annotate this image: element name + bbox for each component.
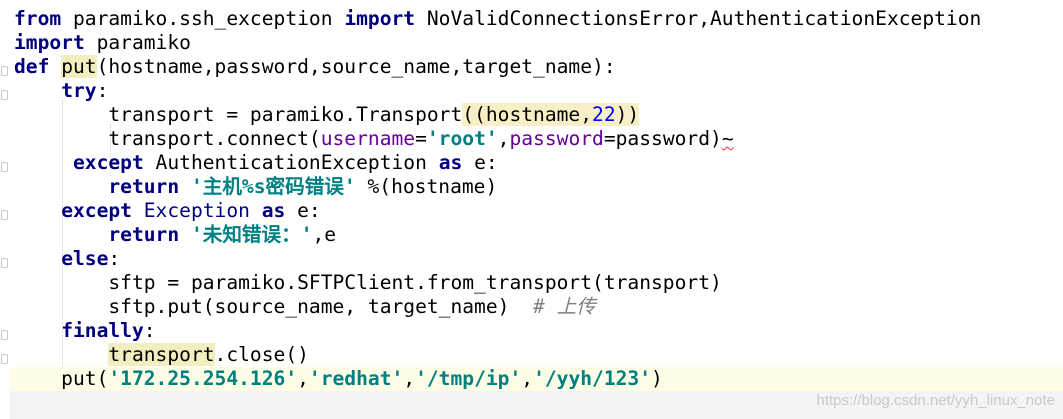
code-token: put [61, 55, 97, 78]
code-line[interactable]: from paramiko.ssh_exception import NoVal… [14, 7, 981, 31]
editor-gutter [0, 0, 10, 419]
code-token: as [261, 199, 286, 222]
code-token: 'root' [426, 127, 498, 150]
code-line[interactable]: import paramiko [14, 31, 981, 55]
code-token: 'redhat' [308, 367, 404, 390]
code-token: password [509, 127, 604, 150]
code-token: e: [285, 199, 321, 222]
code-token: else [61, 247, 109, 270]
code-token: ) [651, 367, 663, 390]
code-token: '主机%s密码错误' [190, 175, 356, 198]
code-token: , [403, 367, 416, 390]
code-token: =password) [603, 127, 722, 150]
code-token: , [297, 367, 309, 390]
code-token: paramiko.ssh_exception [61, 7, 345, 30]
code-token: import [14, 31, 85, 54]
code-token: '172.25.254.126' [108, 367, 298, 390]
code-token: = [415, 127, 427, 150]
code-token: '未知错误：' [190, 223, 313, 246]
code-token: paramiko [84, 31, 191, 54]
fold-marker-icon[interactable] [1, 66, 8, 76]
code-token: e: [462, 151, 498, 174]
code-token: : [143, 319, 156, 342]
watermark-text: https://blog.csdn.net/yyh_linux_note [816, 392, 1056, 409]
code-token: , [497, 127, 510, 150]
code-token: , [521, 367, 534, 390]
fold-marker-icon[interactable] [1, 162, 8, 172]
code-token: : [96, 79, 109, 102]
code-token: ) [627, 103, 640, 126]
code-token: ,e [312, 223, 337, 246]
code-token: transport [108, 343, 215, 366]
code-token: from [14, 7, 62, 30]
code-token: def [14, 55, 50, 78]
code-token: : [108, 247, 121, 270]
code-token: return [108, 223, 180, 246]
code-token: transport = paramiko.Transport [14, 103, 463, 126]
code-token: import [344, 7, 416, 30]
code-token: 22 [592, 103, 616, 126]
code-token: Exception [143, 199, 250, 222]
code-editor[interactable]: from paramiko.ssh_exception import NoVal… [14, 7, 981, 391]
code-token: # 上传 [533, 295, 596, 318]
code-token: sftp.put(source_name, target_name) [14, 295, 534, 318]
code-token: ) [615, 103, 628, 126]
code-token: '/yyh/123' [533, 367, 652, 390]
code-token: ( [462, 103, 475, 126]
fold-marker-icon[interactable] [1, 210, 8, 220]
fold-marker-icon[interactable] [1, 90, 8, 100]
code-token: except [61, 199, 132, 222]
code-line[interactable]: return '主机%s密码错误' %(hostname) [14, 175, 981, 199]
code-token: (hostname, [474, 103, 593, 126]
code-line[interactable]: except Exception as e: [14, 199, 981, 223]
code-token: except [72, 151, 144, 174]
code-line[interactable]: finally: [14, 319, 981, 343]
code-token: finally [61, 319, 144, 342]
code-token: .close() [214, 343, 309, 366]
code-token: try [61, 79, 97, 102]
code-token: as [438, 151, 463, 174]
code-line[interactable]: sftp = paramiko.SFTPClient.from_transpor… [14, 271, 981, 295]
code-line[interactable]: put('172.25.254.126','redhat','/tmp/ip',… [14, 367, 981, 391]
code-token: transport.connect( [14, 127, 321, 150]
code-token: %(hostname) [355, 175, 498, 198]
code-line[interactable]: sftp.put(source_name, target_name) # 上传 [14, 295, 981, 319]
code-line[interactable]: except AuthenticationException as e: [14, 151, 981, 175]
code-line[interactable]: return '未知错误：',e [14, 223, 981, 247]
code-token: AuthenticationException [143, 151, 439, 174]
fold-marker-icon[interactable] [1, 258, 8, 268]
code-line[interactable]: else: [14, 247, 981, 271]
code-line[interactable]: transport.connect(username='root',passwo… [14, 127, 981, 151]
code-token: return [108, 175, 180, 198]
code-token: (hostname,password,source_name,target_na… [96, 55, 616, 78]
code-token: '/tmp/ip' [415, 367, 522, 390]
code-token: NoValidConnectionsError,AuthenticationEx… [415, 7, 982, 30]
fold-marker-icon[interactable] [1, 330, 8, 340]
code-line[interactable]: transport = paramiko.Transport((hostname… [14, 103, 981, 127]
fold-marker-icon[interactable] [1, 354, 8, 364]
code-line[interactable]: def put(hostname,password,source_name,ta… [14, 55, 981, 79]
code-token: sftp = paramiko.SFTPClient.from_transpor… [14, 271, 722, 294]
code-token: put( [14, 367, 109, 390]
code-token: ~ [721, 127, 734, 150]
code-line[interactable]: try: [14, 79, 981, 103]
code-line[interactable]: transport.close() [14, 343, 981, 367]
code-token: username [320, 127, 416, 150]
